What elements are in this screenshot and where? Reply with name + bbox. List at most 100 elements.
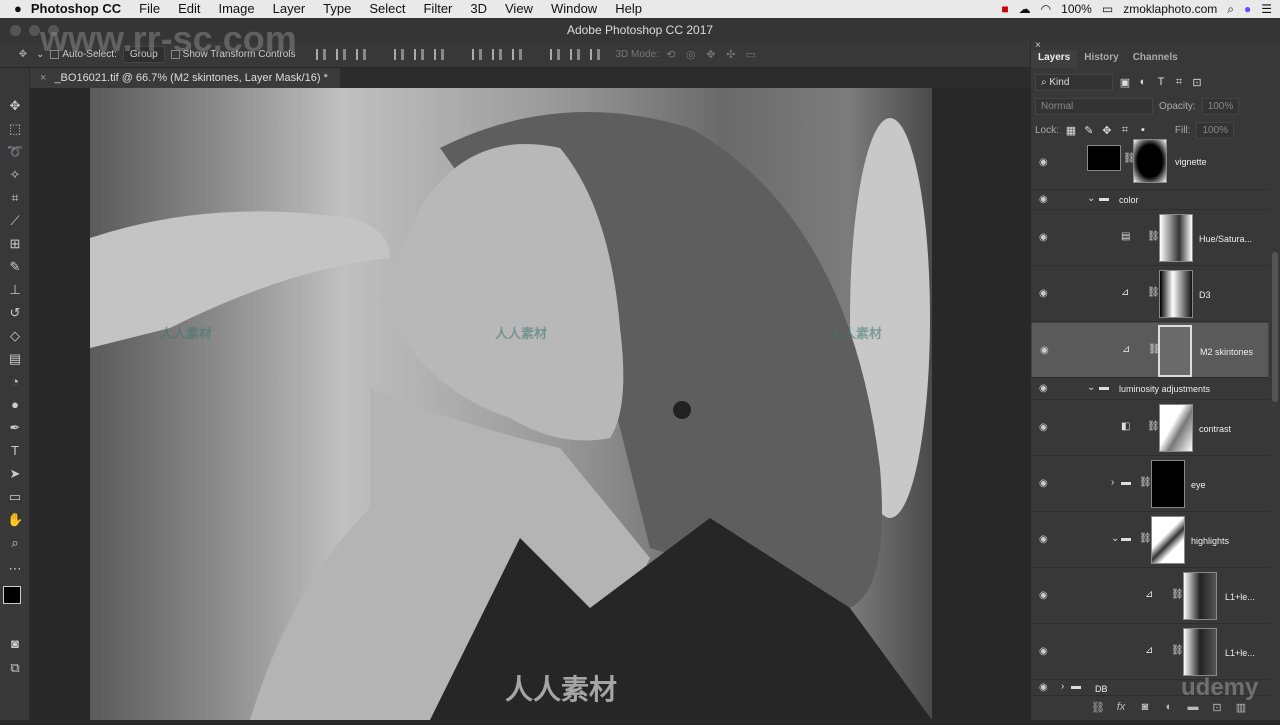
menu-view[interactable]: View: [496, 0, 542, 18]
eye-icon[interactable]: ◉: [1039, 478, 1053, 489]
layer-row[interactable]: ◉ ⊿ ⛓ D3: [1031, 266, 1269, 322]
layer-mask-thumbnail[interactable]: [1159, 270, 1193, 318]
chevron-right-icon[interactable]: ›: [1061, 681, 1064, 692]
user-name[interactable]: zmoklaphoto.com: [1123, 2, 1217, 16]
history-brush-icon[interactable]: ↺: [7, 305, 23, 321]
menu-file[interactable]: File: [130, 0, 169, 18]
brush-tool-icon[interactable]: ✎: [7, 259, 23, 275]
shape-tool-icon[interactable]: ▭: [7, 489, 23, 505]
document-image[interactable]: [90, 88, 932, 720]
menu-type[interactable]: Type: [314, 0, 360, 18]
filter-icons[interactable]: ▣ ◐ T ⌗ ⊡: [1119, 76, 1203, 89]
layer-row[interactable]: ◉ ◧ ⛓ contrast: [1031, 400, 1269, 456]
eye-icon[interactable]: ◉: [1039, 157, 1053, 168]
record-icon[interactable]: ■: [1001, 2, 1008, 16]
menu-edit[interactable]: Edit: [169, 0, 209, 18]
align-buttons[interactable]: [315, 49, 600, 60]
new-group-icon[interactable]: ▬: [1187, 701, 1199, 714]
eye-icon[interactable]: ◉: [1040, 345, 1054, 356]
path-select-icon[interactable]: ➤: [7, 466, 23, 482]
battery-icon[interactable]: ▭: [1102, 2, 1113, 16]
dodge-tool-icon[interactable]: ●: [7, 397, 23, 413]
eye-icon[interactable]: ◉: [1039, 646, 1053, 657]
layer-thumbnail[interactable]: [1183, 628, 1217, 676]
wifi-icon[interactable]: ◠: [1041, 2, 1051, 16]
stamp-tool-icon[interactable]: ⊥: [7, 282, 23, 298]
document-tab[interactable]: × _BO16021.tif @ 66.7% (M2 skintones, Lay…: [30, 68, 340, 88]
menu-window[interactable]: Window: [542, 0, 606, 18]
link-icon[interactable]: ⛓: [1139, 533, 1152, 544]
creative-cloud-icon[interactable]: ☁: [1019, 2, 1031, 16]
eye-icon[interactable]: ◉: [1039, 422, 1053, 433]
layer-row-selected[interactable]: ◉ ⊿ ⛓ M2 skintones: [1031, 322, 1269, 378]
layer-group-row[interactable]: ◉ ⌄ ▬ ⛓ highlights: [1031, 512, 1269, 568]
menu-app[interactable]: Photoshop CC: [31, 0, 130, 18]
gradient-tool-icon[interactable]: ▤: [7, 351, 23, 367]
battery-percent[interactable]: 100%: [1061, 2, 1092, 16]
menu-image[interactable]: Image: [209, 0, 263, 18]
filter-kind-dropdown[interactable]: ⌕ Kind: [1035, 74, 1113, 91]
link-icon[interactable]: ⛓: [1171, 589, 1184, 600]
foreground-color-swatch[interactable]: [3, 586, 21, 604]
layer-thumbnail[interactable]: [1183, 572, 1217, 620]
eraser-icon[interactable]: ◇: [7, 328, 23, 344]
close-window-button[interactable]: [10, 25, 21, 36]
layer-row[interactable]: ◉ ⊿ ⛓ L1+le...: [1031, 568, 1269, 624]
marquee-tool-icon[interactable]: ⬚: [7, 121, 23, 137]
search-icon[interactable]: ⌕: [1227, 2, 1234, 17]
magic-wand-icon[interactable]: ✧: [7, 167, 23, 183]
minimize-window-button[interactable]: [29, 25, 40, 36]
menu-help[interactable]: Help: [606, 0, 651, 18]
move-tool-icon[interactable]: ✥: [16, 49, 30, 60]
menu-3d[interactable]: 3D: [461, 0, 496, 18]
layer-row[interactable]: ◉ ⊿ ⛓ L1+le...: [1031, 624, 1269, 680]
opacity-input[interactable]: 100%: [1201, 98, 1240, 115]
link-icon[interactable]: ⛓: [1139, 477, 1152, 488]
layer-row[interactable]: ◉ ⛓ vignette: [1031, 135, 1269, 190]
menu-layer[interactable]: Layer: [264, 0, 315, 18]
eye-icon[interactable]: ◉: [1039, 288, 1053, 299]
hand-tool-icon[interactable]: ✋: [7, 512, 23, 528]
menu-filter[interactable]: Filter: [414, 0, 461, 18]
lasso-tool-icon[interactable]: ➰: [7, 144, 23, 160]
layer-group-row[interactable]: ◉ › ▬ ⛓ eye: [1031, 456, 1269, 512]
move-tool-icon[interactable]: ✥: [7, 98, 23, 114]
link-icon[interactable]: ⛓: [1171, 645, 1184, 656]
healing-brush-icon[interactable]: ⊞: [7, 236, 23, 252]
layer-group-row[interactable]: ◉ ⌄ ▬ color: [1031, 190, 1269, 210]
layer-mask-thumbnail[interactable]: [1159, 404, 1193, 452]
link-icon[interactable]: ⛓: [1147, 421, 1160, 432]
chevron-down-icon[interactable]: ⌄: [1087, 382, 1095, 393]
eye-icon[interactable]: ◉: [1039, 682, 1053, 693]
eyedropper-icon[interactable]: ⟋: [7, 213, 23, 229]
canvas-area[interactable]: www.rr-sc.com 人人素材 人人素材 人人素材 人人素材: [30, 18, 1030, 720]
chevron-down-icon[interactable]: ⌄: [1111, 533, 1119, 544]
zoom-tool-icon[interactable]: ⌕: [7, 535, 23, 551]
eye-icon[interactable]: ◉: [1039, 590, 1053, 601]
notifications-icon[interactable]: ☰: [1261, 2, 1272, 16]
layer-mask-thumbnail[interactable]: [1151, 460, 1185, 508]
eye-icon[interactable]: ◉: [1039, 194, 1053, 205]
adjustment-layer-icon[interactable]: ◐: [1163, 701, 1175, 714]
blend-mode-dropdown[interactable]: Normal: [1035, 98, 1153, 115]
layer-mask-thumbnail[interactable]: [1158, 325, 1192, 377]
tab-history[interactable]: History: [1077, 50, 1125, 68]
quick-mask-icon[interactable]: ◙: [7, 636, 23, 652]
crop-tool-icon[interactable]: ⌗: [7, 190, 23, 206]
menu-select[interactable]: Select: [360, 0, 414, 18]
layers-scrollbar[interactable]: [1272, 252, 1278, 402]
link-icon[interactable]: ⛓: [1147, 287, 1160, 298]
layer-row[interactable]: ◉ ▤ ⛓ Hue/Satura...: [1031, 210, 1269, 266]
fx-icon[interactable]: fx: [1115, 701, 1127, 714]
layer-mask-thumbnail[interactable]: [1151, 516, 1185, 564]
tab-layers[interactable]: Layers: [1031, 50, 1078, 68]
layer-group-row[interactable]: ◉ ⌄ ▬ luminosity adjustments: [1031, 378, 1269, 400]
layer-mask-thumbnail[interactable]: [1133, 139, 1167, 183]
eye-icon[interactable]: ◉: [1039, 383, 1053, 394]
close-tab-icon[interactable]: ×: [40, 72, 46, 84]
blur-tool-icon[interactable]: ◔: [7, 374, 23, 390]
eye-icon[interactable]: ◉: [1039, 232, 1053, 243]
layer-mask-thumbnail[interactable]: [1159, 214, 1193, 262]
add-mask-icon[interactable]: ◙: [1139, 701, 1151, 714]
link-layers-icon[interactable]: ⛓: [1091, 701, 1105, 714]
